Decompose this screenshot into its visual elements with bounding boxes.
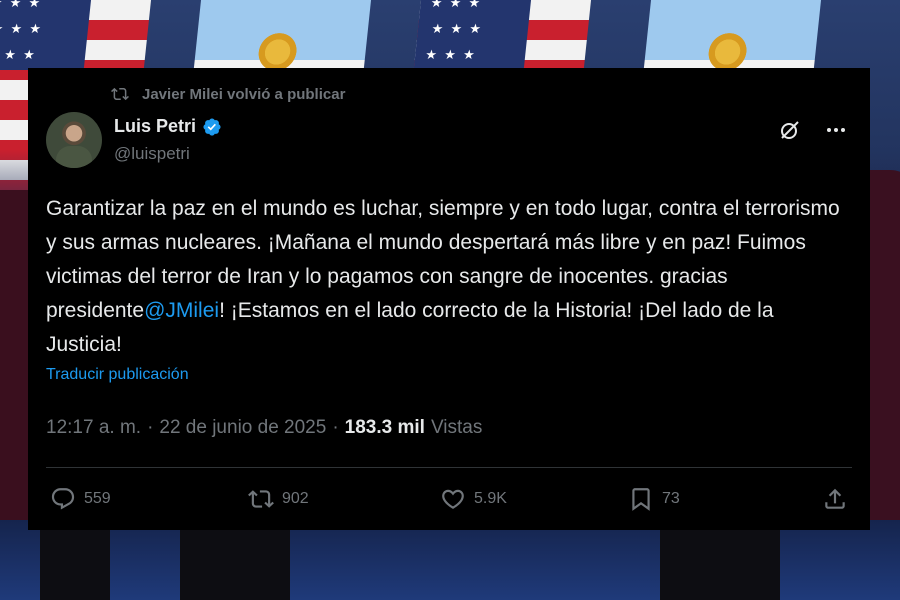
share-button[interactable]: [822, 486, 848, 512]
more-dots-icon: [827, 128, 845, 132]
tweet-date[interactable]: 22 de junio de 2025: [159, 417, 326, 439]
author-name-label: Luis Petri: [114, 116, 197, 136]
more-options-button[interactable]: [824, 118, 848, 142]
tweet-text: Garantizar la paz en el mundo es luchar,…: [46, 192, 846, 362]
bookmark-button[interactable]: 73: [628, 486, 680, 512]
grok-button[interactable]: [778, 118, 802, 142]
repost-button[interactable]: 902: [248, 486, 309, 512]
action-bar: 559 902 5.9K 73: [50, 486, 848, 516]
grok-icon: [781, 121, 799, 139]
avatar[interactable]: [46, 112, 102, 168]
tweet-card: Javier Milei volvió a publicar Luis Petr…: [28, 68, 870, 530]
repost-indicator[interactable]: Javier Milei volvió a publicar: [110, 85, 345, 103]
author-handle[interactable]: @luispetri: [114, 144, 190, 164]
repost-text: Javier Milei volvió a publicar: [142, 85, 346, 103]
repost-icon: [248, 490, 274, 508]
tweet-time[interactable]: 12:17 a. m.: [46, 417, 141, 439]
bookmark-icon: [632, 488, 650, 511]
share-icon: [825, 488, 845, 509]
reply-count: 559: [84, 490, 111, 507]
repost-count: 902: [282, 490, 309, 507]
translate-link[interactable]: Traducir publicación: [46, 366, 189, 384]
meta-separator: ·: [332, 417, 339, 438]
like-button[interactable]: 5.9K: [440, 486, 507, 512]
mention-link[interactable]: @JMilei: [144, 299, 219, 322]
heart-icon: [442, 489, 464, 509]
tweet-meta: 12:17 a. m. · 22 de junio de 2025 · 183.…: [46, 417, 482, 439]
views-label: Vistas: [430, 417, 483, 438]
divider: [46, 467, 852, 468]
meta-separator: ·: [147, 417, 154, 438]
repost-icon: [111, 87, 129, 101]
verified-badge-icon[interactable]: [202, 117, 222, 137]
views-count: 183.3 mil: [344, 417, 425, 438]
reply-icon: [51, 488, 75, 510]
top-actions: [778, 118, 848, 142]
reply-button[interactable]: 559: [50, 486, 111, 512]
bookmark-count: 73: [662, 490, 680, 507]
like-count: 5.9K: [474, 490, 507, 507]
author-name[interactable]: Luis Petri: [114, 116, 222, 137]
